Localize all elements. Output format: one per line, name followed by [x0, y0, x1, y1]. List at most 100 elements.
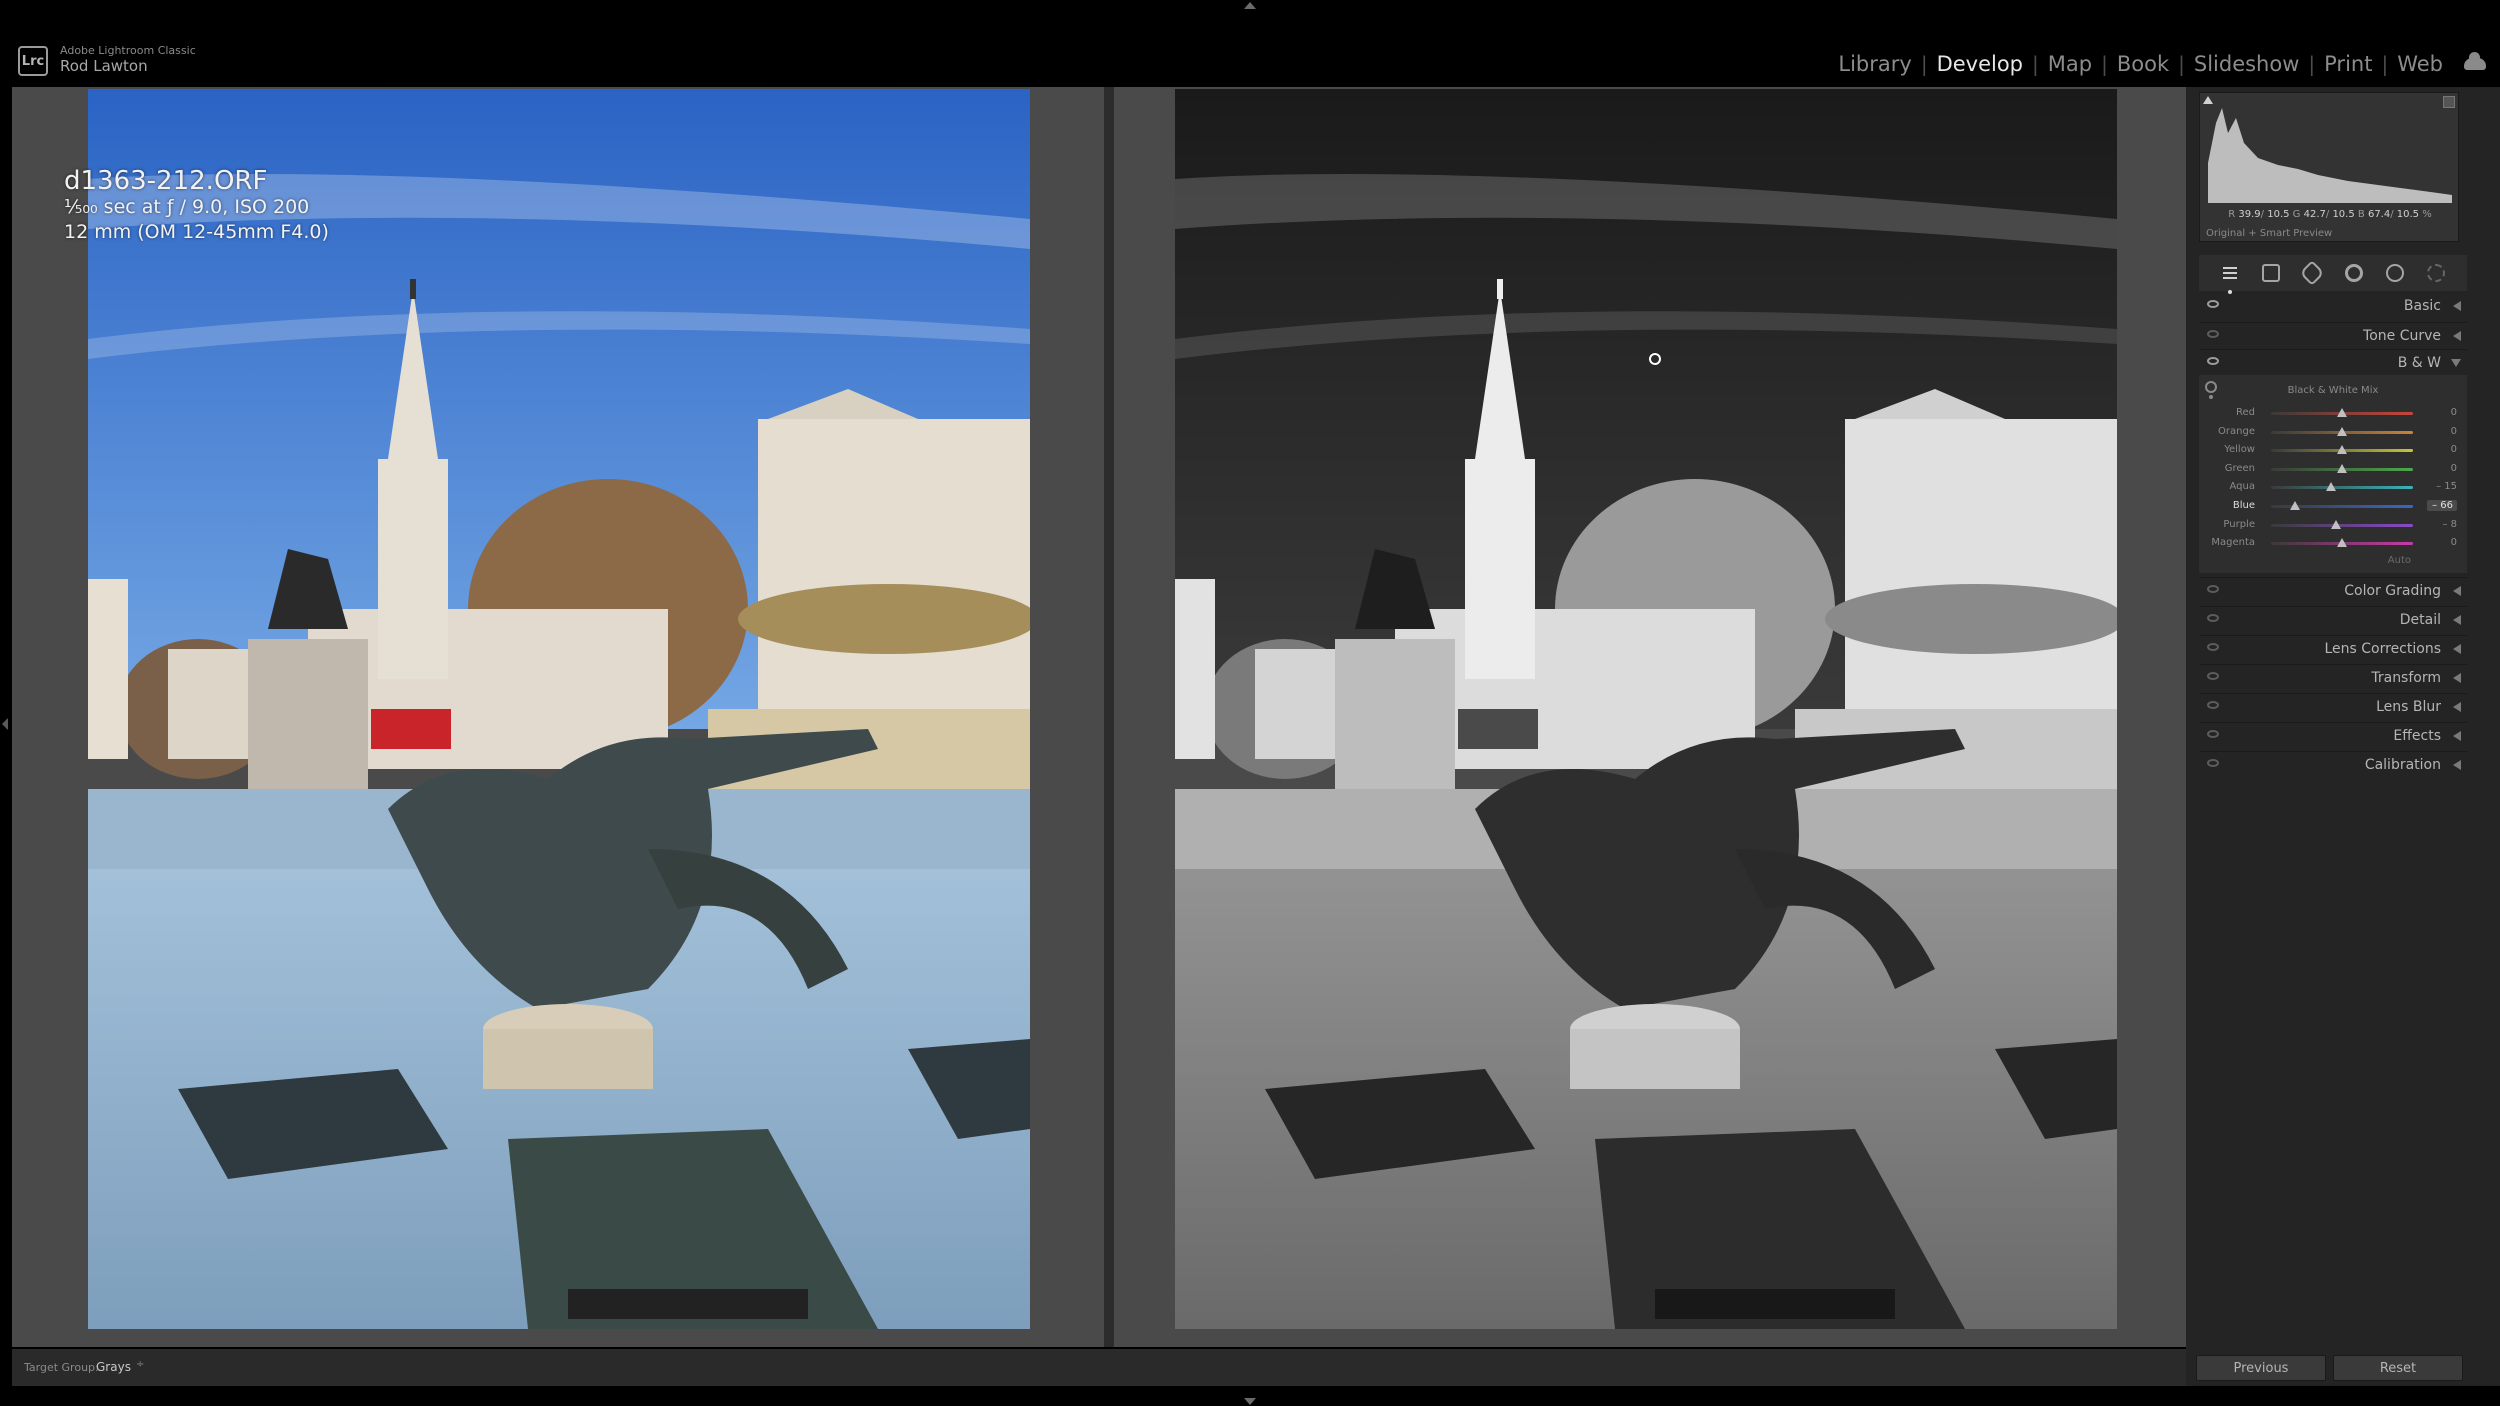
panel-title: Tone Curve — [2363, 328, 2441, 344]
bw-slider-thumb[interactable] — [2337, 426, 2347, 436]
bw-slider-purple[interactable]: Purple – 8 — [2199, 517, 2467, 535]
bw-slider-red[interactable]: Red 0 — [2199, 405, 2467, 423]
panel-title: Effects — [2393, 728, 2441, 744]
eye-icon[interactable] — [2207, 330, 2219, 338]
panel-calibration[interactable]: Calibration — [2199, 751, 2467, 777]
histogram[interactable]: R 39.9/ 10.5 G 42.7/ 10.5 B 67.4/ 10.5 %… — [2199, 92, 2459, 242]
bw-slider-thumb[interactable] — [2337, 408, 2347, 417]
expand-arrow-icon[interactable] — [2453, 673, 2461, 683]
smart-preview-status: Original + Smart Preview — [2206, 228, 2333, 239]
expand-arrow-icon[interactable] — [2453, 586, 2461, 596]
bw-slider-thumb[interactable] — [2326, 482, 2337, 492]
target-group-chevron-icon[interactable]: ÷ — [136, 1359, 144, 1370]
collapse-arrow-icon[interactable] — [2451, 359, 2461, 367]
expand-arrow-icon[interactable] — [2453, 731, 2461, 741]
expand-arrow-icon[interactable] — [2453, 615, 2461, 625]
bw-slider-green[interactable]: Green 0 — [2199, 461, 2467, 479]
bw-slider-value[interactable]: 0 — [2427, 537, 2457, 548]
bw-slider-value[interactable]: 0 — [2427, 444, 2457, 455]
module-slideshow[interactable]: Slideshow — [2185, 52, 2309, 76]
module-book[interactable]: Book — [2108, 52, 2178, 76]
lens-info: 12 mm (OM 12-45mm F4.0) — [64, 221, 329, 243]
percent-unit: % — [2422, 209, 2432, 220]
module-print[interactable]: Print — [2315, 52, 2381, 76]
eye-icon[interactable] — [2207, 643, 2219, 651]
bw-slider-thumb[interactable] — [2331, 519, 2342, 529]
expand-arrow-icon[interactable] — [2453, 760, 2461, 770]
panel-lens-corrections[interactable]: Lens Corrections — [2199, 635, 2467, 661]
photo-after-bw[interactable] — [1175, 89, 2117, 1329]
bw-slider-thumb[interactable] — [2290, 501, 2301, 510]
healing-icon[interactable] — [2299, 260, 2326, 286]
photo-before-color[interactable] — [88, 89, 1030, 1329]
bw-slider-thumb[interactable] — [2337, 538, 2347, 548]
panel-title: Basic — [2403, 298, 2441, 314]
bw-slider-orange[interactable]: Orange 0 — [2199, 424, 2467, 442]
bw-slider-thumb[interactable] — [2337, 463, 2347, 473]
target-group-select[interactable]: Grays — [96, 1360, 131, 1374]
eye-icon[interactable] — [2207, 585, 2219, 593]
masking-icon[interactable] — [2385, 264, 2404, 282]
eye-icon[interactable] — [2207, 614, 2219, 622]
collapse-filmstrip-icon[interactable] — [1244, 1398, 1256, 1405]
develop-right-panel: R 39.9/ 10.5 G 42.7/ 10.5 B 67.4/ 10.5 %… — [2186, 87, 2500, 1386]
module-library[interactable]: Library — [1829, 52, 1920, 76]
previous-button[interactable]: Previous — [2196, 1355, 2326, 1381]
bw-slider-value[interactable]: – 15 — [2427, 481, 2457, 492]
user-name: Rod Lawton — [60, 57, 148, 75]
collapse-top-panel-icon[interactable] — [1244, 2, 1256, 9]
panel-transform[interactable]: Transform — [2199, 664, 2467, 690]
panel-lens-blur[interactable]: Lens Blur — [2199, 693, 2467, 719]
bw-auto-button[interactable]: Auto — [2388, 555, 2411, 566]
panel-bw[interactable]: B & W — [2199, 349, 2467, 375]
module-map[interactable]: Map — [2039, 52, 2101, 76]
bw-slider-track[interactable] — [2271, 523, 2413, 527]
remove-tool-icon[interactable] — [2427, 264, 2446, 282]
panel-title: Transform — [2371, 670, 2441, 686]
module-web[interactable]: Web — [2388, 52, 2452, 76]
edit-sliders-icon[interactable] — [2221, 264, 2239, 294]
module-separator: | — [2178, 52, 2185, 76]
eye-icon[interactable] — [2207, 300, 2219, 308]
bw-slider-magenta[interactable]: Magenta 0 — [2199, 535, 2467, 553]
panel-detail[interactable]: Detail — [2199, 606, 2467, 632]
red-sep-value: 10.5 — [2267, 209, 2290, 220]
eye-icon[interactable] — [2207, 357, 2219, 365]
eye-icon[interactable] — [2207, 672, 2219, 680]
panel-title: Color Grading — [2344, 583, 2441, 599]
bw-slider-value[interactable]: 0 — [2427, 426, 2457, 437]
expand-arrow-icon[interactable] — [2453, 644, 2461, 654]
panel-color-grading[interactable]: Color Grading — [2199, 577, 2467, 603]
bw-slider-value[interactable]: – 66 — [2427, 500, 2457, 511]
collapse-left-panel-icon[interactable] — [2, 718, 8, 730]
crop-icon[interactable] — [2261, 264, 2280, 282]
bw-slider-label: Yellow — [2224, 444, 2255, 456]
expand-arrow-icon[interactable] — [2453, 702, 2461, 712]
red-eye-icon[interactable] — [2344, 264, 2363, 282]
bw-slider-aqua[interactable]: Aqua – 15 — [2199, 479, 2467, 497]
panel-tone-curve[interactable]: Tone Curve — [2199, 322, 2467, 348]
lightroom-logo: Lrc — [18, 46, 48, 76]
reset-button[interactable]: Reset — [2333, 1355, 2463, 1381]
bw-slider-yellow[interactable]: Yellow 0 — [2199, 442, 2467, 460]
view-divider — [1104, 87, 1114, 1347]
cloud-sync-icon[interactable] — [2464, 52, 2486, 70]
file-name: d1363-212.ORF — [64, 166, 268, 196]
bw-slider-value[interactable]: – 8 — [2427, 519, 2457, 530]
photo-info-overlay: d1363-212.ORF ¹⁄₅₀₀ sec at ƒ / 9.0, ISO … — [64, 167, 329, 245]
expand-arrow-icon[interactable] — [2453, 301, 2461, 311]
bw-slider-thumb[interactable] — [2337, 445, 2347, 455]
bw-slider-value[interactable]: 0 — [2427, 407, 2457, 418]
bw-slider-blue[interactable]: Blue – 66 — [2199, 498, 2467, 516]
eye-icon[interactable] — [2207, 701, 2219, 709]
red-label: R — [2228, 209, 2236, 220]
eye-icon[interactable] — [2207, 759, 2219, 767]
bw-slider-value[interactable]: 0 — [2427, 463, 2457, 474]
eye-icon[interactable] — [2207, 730, 2219, 738]
panel-effects[interactable]: Effects — [2199, 722, 2467, 748]
module-develop[interactable]: Develop — [1928, 52, 2032, 76]
expand-arrow-icon[interactable] — [2453, 331, 2461, 341]
green-sep-value: 10.5 — [2332, 209, 2355, 220]
bw-slider-track[interactable] — [2271, 486, 2413, 490]
panel-basic[interactable]: Basic — [2199, 293, 2467, 319]
